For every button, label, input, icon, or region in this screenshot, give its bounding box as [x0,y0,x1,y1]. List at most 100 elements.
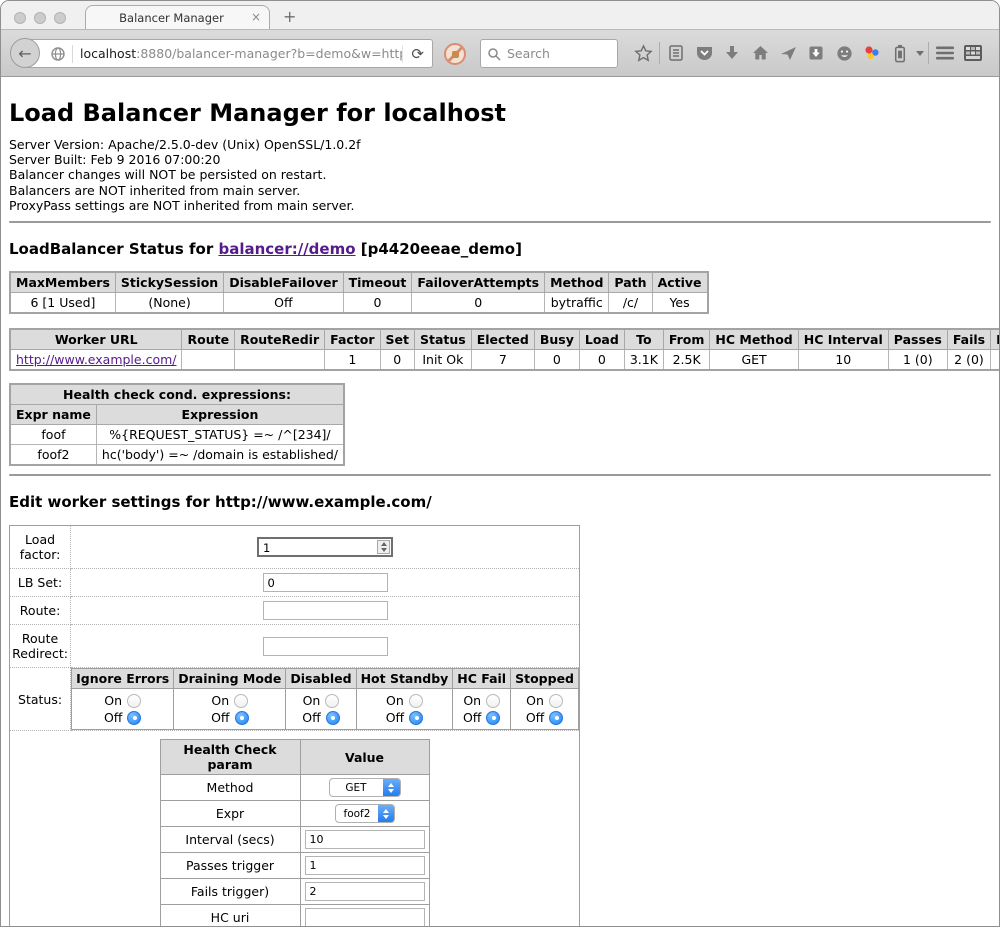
header-cell: Method [545,272,609,293]
status-col-header: Stopped [511,669,579,689]
radio-label: Off [463,710,481,725]
interval-input[interactable] [305,830,425,849]
zoom-window-button[interactable] [54,12,66,24]
status-cell-hc-fail: On Off [453,689,511,730]
form-row-status: Status: Ignore Errors Draining Mode Disa… [10,668,580,731]
data-cell: Off [224,293,343,314]
expr-value-cell: %{REQUEST_STATUS} =~ /^[234]/ [96,425,344,445]
send-tab-icon[interactable] [774,30,802,76]
ignore-errors-off-radio[interactable] [127,711,141,725]
new-tab-button[interactable]: + [283,9,296,25]
close-window-button[interactable] [14,12,26,24]
hc-param-label: HC uri [160,905,300,927]
form-row-route-redirect: Route Redirect: [10,625,580,668]
fails-trigger-input[interactable] [305,882,425,901]
passes-trigger-input[interactable] [305,856,425,875]
hc-row-interval: Interval (secs) [160,827,429,853]
lb-set-input[interactable] [263,573,388,592]
header-cell: Route [182,329,235,350]
tab-close-icon[interactable]: × [251,10,261,24]
health-check-table: Health Check param Value Method GET [160,739,430,927]
table-row: foof %{REQUEST_STATUS} =~ /^[234]/ [10,425,344,445]
home-icon[interactable] [746,30,774,76]
url-host: localhost [80,46,136,61]
header-cell: Path [609,272,652,293]
header-cell: Factor [325,329,380,350]
header-cell: StickySession [115,272,223,293]
hot-standby-on-radio[interactable] [409,694,423,708]
hc-fail-off-radio[interactable] [486,711,500,725]
hc-header-row: Health Check param Value [160,740,429,775]
stopped-on-radio[interactable] [549,694,563,708]
table-row: 6 [1 Used] (None) Off 0 0 bytraffic /c/ … [10,293,708,314]
radio-label: On [463,693,481,708]
navigation-toolbar: ← localhost:8880/balancer-manager?b=demo… [1,30,999,77]
download-icon[interactable] [718,30,746,76]
expr-select[interactable]: foof2 [335,804,395,823]
form-row-route: Route: [10,597,580,625]
header-cell: HC Interval [798,329,888,350]
data-cell: 3.1K [624,350,663,371]
status-radio-row: On Off On Off On Off [72,689,579,730]
disabled-on-radio[interactable] [325,694,339,708]
toolbar-icons [629,30,999,76]
menu-hamburger-icon[interactable] [931,30,959,76]
reload-button[interactable]: ⟳ [402,45,432,63]
load-factor-input[interactable]: 1 [257,537,393,557]
header-cell: Busy [534,329,579,350]
tab-balancer-manager[interactable]: Balancer Manager × [85,5,270,30]
draining-mode-on-radio[interactable] [234,694,248,708]
stopped-off-radio[interactable] [549,711,563,725]
header-cell: RouteRedir [235,329,325,350]
select-stepper-icon [378,804,393,823]
method-select[interactable]: GET [329,778,401,797]
tab-title: Balancer Manager [113,11,242,25]
draining-mode-off-radio[interactable] [235,711,249,725]
hc-param-label: Interval (secs) [160,827,300,853]
back-button[interactable]: ← [10,38,40,68]
hc-fail-on-radio[interactable] [486,694,500,708]
lb-status-heading-prefix: LoadBalancer Status for [9,240,218,258]
content-blocker-icon[interactable] [444,43,466,65]
search-placeholder: Search [507,46,550,61]
tile-grid-icon[interactable] [959,30,987,76]
header-cell: Load [579,329,624,350]
proxypass-note-line: ProxyPass settings are NOT inherited fro… [9,198,991,213]
extension-colordots-icon[interactable] [858,30,886,76]
route-input[interactable] [263,601,388,620]
url-bar[interactable]: localhost:8880/balancer-manager?b=demo&w… [25,39,433,68]
disabled-off-radio[interactable] [326,711,340,725]
expr-table: Health check cond. expressions: Expr nam… [9,383,345,466]
hot-standby-off-radio[interactable] [409,711,423,725]
pocket-icon[interactable] [690,30,718,76]
hc-uri-input[interactable] [305,908,425,927]
reading-list-icon[interactable] [662,30,690,76]
status-cell-stopped: On Off [511,689,579,730]
battery-extension-icon[interactable] [886,30,914,76]
radio-label: On [303,693,321,708]
overflow-caret-icon[interactable] [916,51,924,56]
forum-smiley-icon[interactable] [830,30,858,76]
status-label: Status: [10,668,71,731]
hc-row-passes: Passes trigger [160,853,429,879]
header-cell: Active [652,272,707,293]
data-cell: 1 [325,350,380,371]
globe-icon [50,46,66,62]
field-label: Load factor: [10,526,71,569]
route-redirect-input[interactable] [263,637,388,656]
table-header-row: Expr name Expression [10,405,344,425]
table-row: foof2 hc('body') =~ /domain is establish… [10,445,344,466]
balancer-demo-link[interactable]: balancer://demo [218,240,355,258]
worker-url-link[interactable]: http://www.example.com/ [16,352,176,367]
hc-header-cell: Value [300,740,429,775]
header-cell: Timeout [343,272,412,293]
method-select-value: GET [330,782,383,794]
minimize-window-button[interactable] [34,12,46,24]
ignore-errors-on-radio[interactable] [127,694,141,708]
number-stepper[interactable] [377,540,390,554]
data-cell: Yes [652,293,707,314]
bookmark-star-icon[interactable] [629,30,657,76]
search-input[interactable]: Search [480,39,618,68]
header-cell: Expression [96,405,344,425]
frame-download-icon[interactable] [802,30,830,76]
